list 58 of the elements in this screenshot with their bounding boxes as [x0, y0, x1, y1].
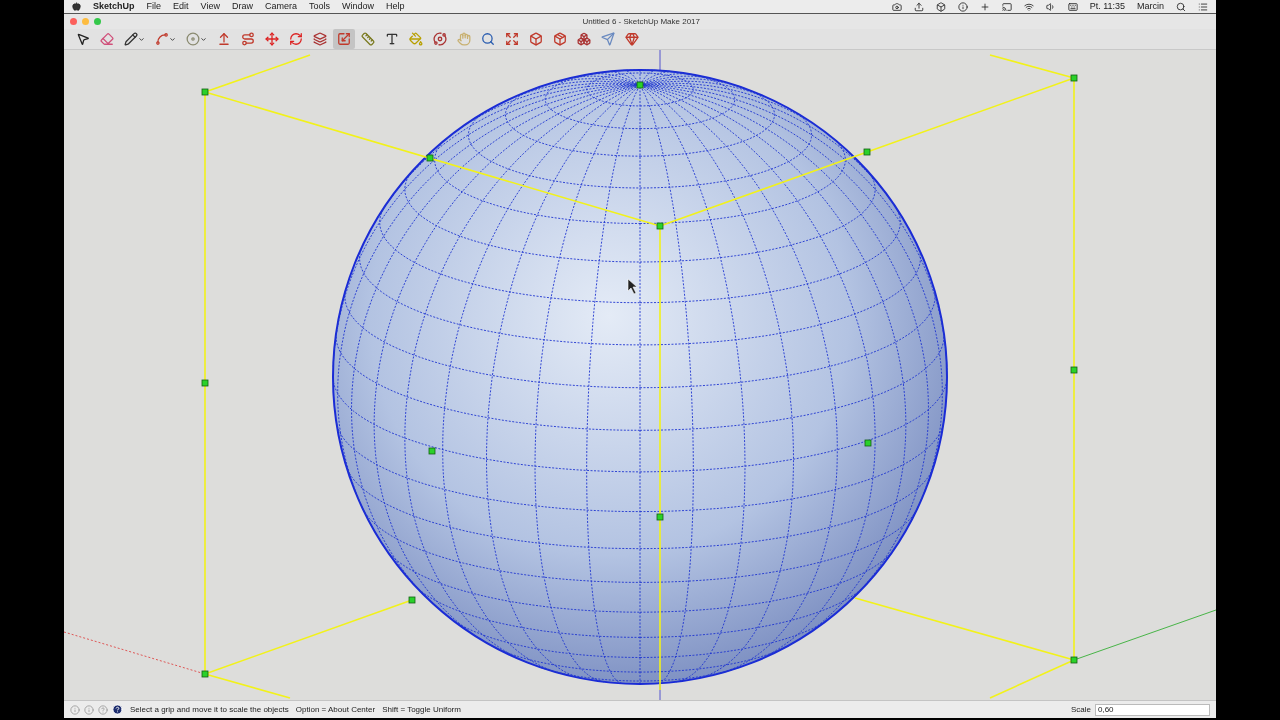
expand-icon	[505, 32, 519, 46]
scale-icon	[337, 32, 351, 46]
layers-icon	[313, 32, 327, 46]
paint-bucket-icon	[409, 32, 423, 46]
status-hint: Shift = Toggle Uniform	[382, 703, 461, 716]
menu-item[interactable]: Edit	[173, 0, 189, 14]
cursor-icon	[627, 278, 638, 295]
text-icon	[385, 32, 399, 46]
volume-icon[interactable]	[1045, 1, 1056, 12]
clock[interactable]: Pt. 11:35	[1089, 0, 1125, 14]
gem-icon	[625, 32, 639, 46]
measurement-label: Scale	[1071, 703, 1091, 716]
menu-item[interactable]: Draw	[231, 0, 253, 14]
curve-icon	[155, 32, 169, 46]
menu-item[interactable]: Tools	[308, 0, 330, 14]
close-button[interactable]	[70, 18, 77, 25]
menu-item[interactable]: Camera	[264, 0, 297, 14]
ruler-icon	[361, 32, 375, 46]
list-icon[interactable]	[1198, 1, 1208, 12]
zoom-icon	[481, 32, 495, 46]
measurement-field[interactable]: 0,60	[1095, 703, 1210, 716]
search-icon[interactable]	[1176, 1, 1186, 12]
caret-icon	[169, 35, 176, 43]
eraser-icon	[100, 32, 114, 46]
route-icon	[241, 32, 255, 46]
arrow-up-icon	[217, 32, 231, 46]
pointer-icon	[76, 32, 90, 46]
hand-icon	[457, 32, 471, 46]
status-hint: Select a grip and move it to scale the objects	[130, 703, 289, 716]
box-icon[interactable]	[935, 1, 946, 12]
app-menu[interactable]: SketchUp	[93, 0, 135, 14]
pencil-icon	[124, 32, 138, 46]
send-icon	[601, 32, 615, 46]
wifi-icon[interactable]	[1023, 1, 1034, 12]
window-title: Untitled 6 - SketchUp Make 2017	[581, 15, 701, 28]
menu-item[interactable]: File	[146, 0, 162, 14]
menu-item[interactable]: View	[200, 0, 220, 14]
rotate-icon	[289, 32, 303, 46]
boxes-icon	[577, 32, 591, 46]
caret-icon	[138, 35, 145, 43]
caret-icon	[200, 35, 207, 43]
package-icon	[553, 32, 567, 46]
orbit-icon	[433, 32, 447, 46]
plus-icon[interactable]	[979, 1, 990, 12]
camera-icon[interactable]	[891, 1, 902, 12]
keyboard-icon[interactable]	[1067, 1, 1078, 12]
status-hint: Option = About Center	[295, 703, 376, 716]
help-icon[interactable]	[112, 704, 123, 715]
user-name[interactable]: Marcin	[1137, 0, 1164, 14]
box-icon	[529, 32, 543, 46]
disc-icon	[186, 32, 200, 46]
info-icon[interactable]	[957, 1, 968, 12]
menu-item[interactable]: Help	[385, 0, 405, 14]
cast-icon[interactable]	[1001, 1, 1012, 12]
menu-item[interactable]: Window	[341, 0, 374, 14]
apple-icon[interactable]	[72, 2, 81, 11]
move-icon	[265, 32, 279, 46]
upload-icon[interactable]	[913, 1, 924, 12]
